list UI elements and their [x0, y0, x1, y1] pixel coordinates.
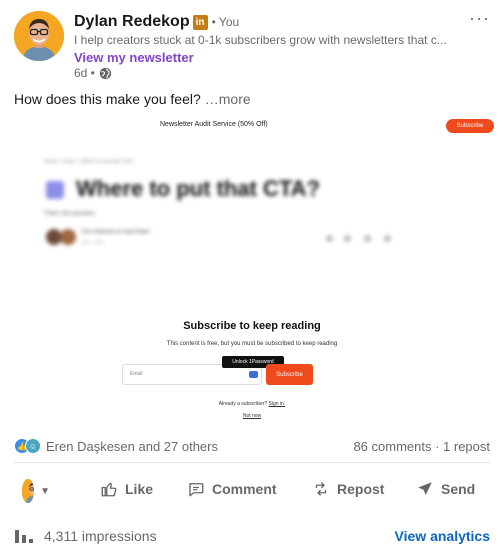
send-button[interactable]: Send	[416, 480, 475, 498]
repost-icon	[315, 482, 327, 496]
paywall-subscribe-button: Subscribe	[266, 364, 313, 385]
like-label: Like	[125, 481, 154, 497]
action-bar: ▼ Like Comment Repost Send	[0, 470, 504, 512]
viewer-avatar	[22, 479, 35, 503]
already-subscriber-text: Already a subscriber? Sign in.	[0, 401, 504, 407]
newsletter-topbar-subscribe: Subscribe	[446, 119, 494, 133]
share-icon	[344, 235, 351, 242]
post-meta: 6d •	[74, 66, 112, 80]
email-placeholder: Email	[130, 371, 143, 377]
article-breadcrumb: Home > Posts > Where to put that CTA?	[44, 159, 134, 165]
impressions: 4,311 impressions	[14, 528, 157, 544]
author-name-row: Dylan Redekop in • You	[74, 10, 239, 34]
support-reaction-icon: ☺	[25, 438, 41, 454]
repost-label: Repost	[337, 481, 385, 497]
divider	[14, 462, 490, 463]
article-date: Dec 1, 2024	[82, 239, 104, 244]
relation-label: • You	[211, 15, 240, 29]
like-button[interactable]: Like	[100, 480, 153, 498]
comment-icon	[189, 483, 204, 497]
post-text: How does this make you feel? …more	[14, 91, 251, 107]
chevron-down-icon: ▼	[40, 485, 50, 497]
reactions-summary[interactable]: 👍 ☺ Eren Daşkesen and 27 others	[14, 438, 218, 454]
analytics-footer: 4,311 impressions View analytics	[0, 524, 504, 546]
globe-icon	[99, 67, 112, 80]
reactions-text: Eren Daşkesen and 27 others	[46, 438, 218, 454]
view-analytics-link[interactable]: View analytics	[395, 528, 490, 544]
article-emoji-icon	[46, 181, 64, 199]
see-more-link[interactable]: …more	[205, 91, 251, 107]
post-time: 6d •	[74, 66, 95, 80]
more-options-icon[interactable]: ···	[469, 8, 490, 29]
reaction-icons: 👍 ☺	[14, 438, 42, 454]
linkedin-premium-badge: in	[192, 14, 208, 30]
author-headline: I help creators stuck at 0-1k subscriber…	[74, 33, 447, 47]
post-body: How does this make you feel?	[14, 91, 201, 107]
share-icon	[364, 235, 371, 242]
article-subtitle: That's the question.	[44, 211, 97, 217]
repost-button[interactable]: Repost	[312, 480, 384, 498]
password-manager-icon	[249, 371, 258, 378]
share-icon	[384, 235, 391, 242]
post-image[interactable]: Newsletter Audit Service (50% Off) Subsc…	[0, 114, 504, 430]
article-authors: Eren Daskesen & Capi Kotgun	[82, 229, 150, 235]
newsletter-topbar-title: Newsletter Audit Service (50% Off)	[160, 121, 268, 128]
comment-label: Comment	[212, 481, 277, 497]
social-counts: 👍 ☺ Eren Daşkesen and 27 others 86 comme…	[14, 436, 490, 456]
author-avatar-small	[60, 229, 76, 245]
comment-button[interactable]: Comment	[187, 480, 277, 498]
send-icon	[418, 482, 432, 495]
article-title: Where to put that CTA?	[76, 176, 320, 201]
react-as-selector[interactable]: ▼	[22, 477, 50, 505]
share-icon	[326, 235, 333, 242]
paywall-heading: Subscribe to keep reading	[183, 320, 321, 332]
author-avatar[interactable]	[14, 11, 64, 61]
comments-reposts-count[interactable]: 86 comments · 1 repost	[353, 439, 490, 454]
author-name[interactable]: Dylan Redekop	[74, 13, 190, 31]
post-header: Dylan Redekop in • You I help creators s…	[0, 0, 504, 88]
already-label: Already a subscriber?	[218, 401, 268, 407]
paywall-text: This content is free, but you must be su…	[166, 341, 338, 347]
sign-in-link: Sign in.	[268, 401, 286, 407]
thumbs-up-icon	[101, 482, 117, 497]
not-now-link: Not now	[242, 413, 262, 419]
impressions-count: 4,311 impressions	[44, 528, 157, 544]
bar-chart-icon	[15, 530, 33, 543]
view-newsletter-link[interactable]: View my newsletter	[74, 50, 194, 65]
send-label: Send	[441, 481, 476, 497]
blurred-article: Home > Posts > Where to put that CTA? Wh…	[0, 149, 504, 299]
